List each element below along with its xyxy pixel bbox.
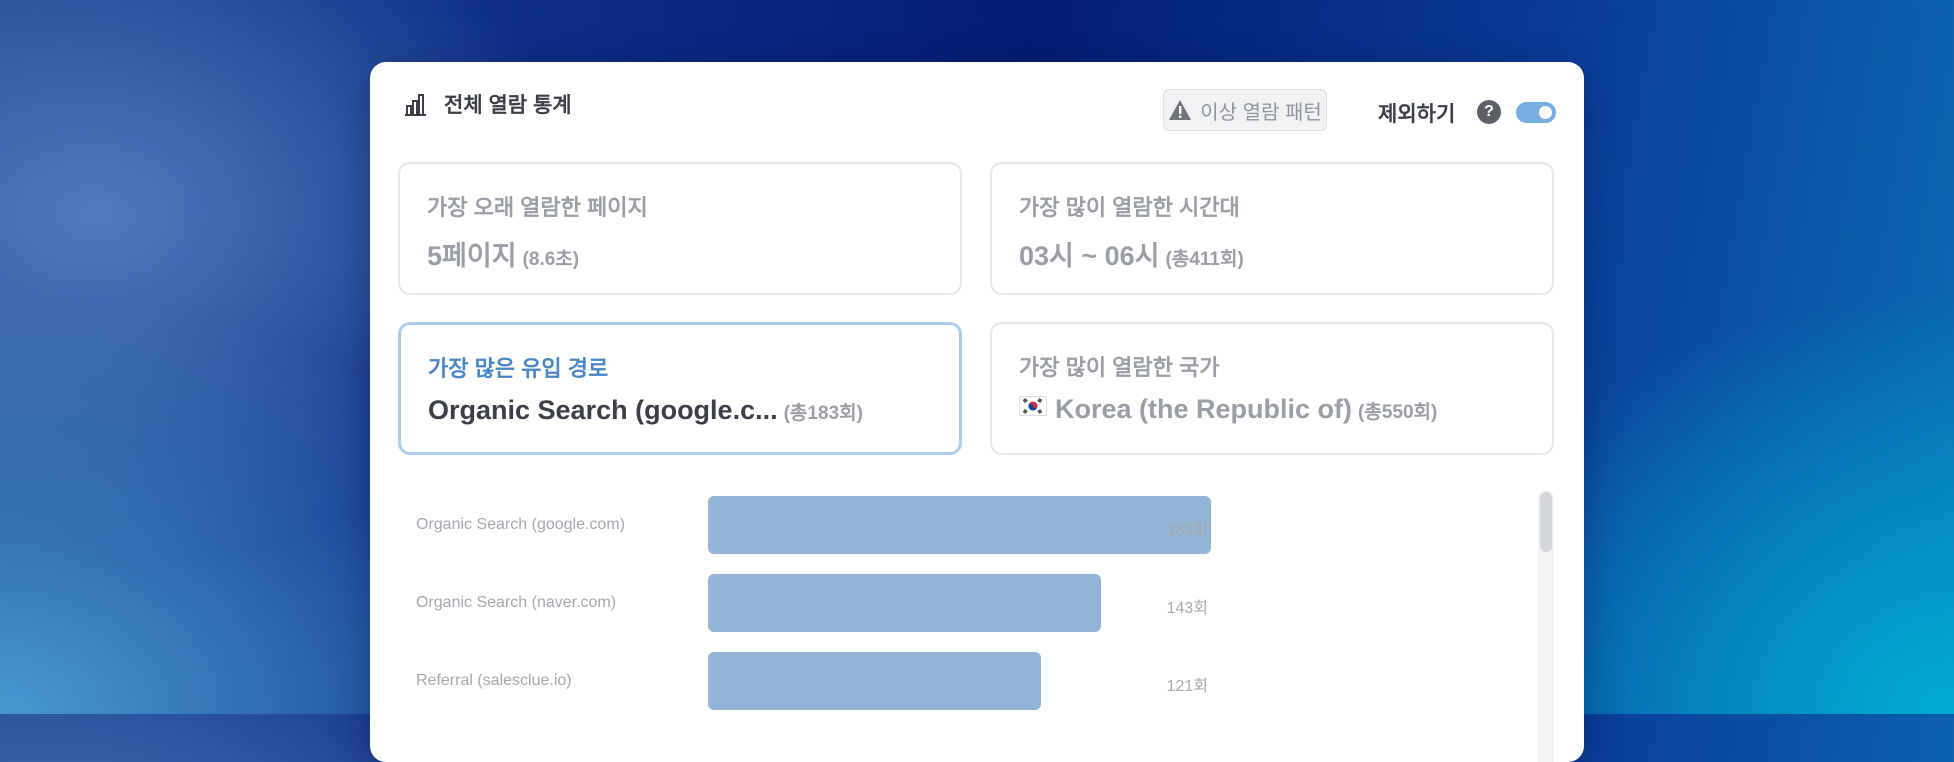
bar[interactable] <box>708 652 1041 710</box>
exclude-toggle[interactable] <box>1516 102 1556 123</box>
korea-flag-icon <box>1019 396 1047 416</box>
bar-label: Organic Search (google.com) <box>416 516 625 533</box>
stats-panel: 전체 열람 통계 이상 열람 패턴 제외하기 ? 가장 오래 열람한 페이지 5… <box>370 62 1584 762</box>
warning-icon <box>1169 100 1192 120</box>
abnormal-pattern-button[interactable]: 이상 열람 패턴 <box>1163 89 1327 131</box>
bar-label: Organic Search (naver.com) <box>416 594 617 611</box>
exclude-label: 제외하기 <box>1378 103 1456 126</box>
card-sub: (총411회) <box>1165 249 1244 270</box>
bar-value-label: 143회 <box>1166 600 1208 617</box>
stat-card-top-country[interactable]: 가장 많이 열람한 국가 Korea (the Republic of) (총55… <box>990 322 1554 455</box>
toggle-knob <box>1539 106 1552 119</box>
card-value-text: Organic Search (google.c... <box>428 395 778 425</box>
help-icon[interactable]: ? <box>1477 100 1501 124</box>
card-label: 가장 많이 열람한 국가 <box>1019 355 1220 380</box>
bar[interactable] <box>708 574 1101 632</box>
stat-card-top-source[interactable]: 가장 많은 유입 경로 Organic Search (google.c...(… <box>398 322 962 455</box>
card-value: Korea (the Republic of) (총550회) <box>1019 394 1437 425</box>
source-bar-chart: Organic Search (google.com) 183회 Organic S… <box>400 492 1550 762</box>
card-value-text: 03시 ~ 06시 <box>1019 241 1160 271</box>
bar-value-label: 121회 <box>1166 678 1208 695</box>
card-sub: (총183회) <box>783 403 863 424</box>
page-title: 전체 열람 통계 <box>444 94 572 117</box>
card-value-text: 5페이지 <box>427 241 517 271</box>
stat-card-longest-page[interactable]: 가장 오래 열람한 페이지 5페이지 (8.6초) <box>398 162 962 295</box>
abnormal-pattern-label: 이상 열람 패턴 <box>1200 101 1322 124</box>
card-sub: (총550회) <box>1358 402 1438 423</box>
card-label: 가장 많이 열람한 시간대 <box>1019 195 1240 220</box>
card-value-text: Korea (the Republic of) <box>1055 394 1353 424</box>
bar-label: Referral (salesclue.io) <box>416 672 572 689</box>
card-value: 5페이지 (8.6초) <box>427 234 579 273</box>
card-value: 03시 ~ 06시 (총411회) <box>1019 234 1244 273</box>
panel-header: 전체 열람 통계 이상 열람 패턴 제외하기 ? <box>370 62 1584 152</box>
card-value: Organic Search (google.c... (총183회) <box>428 395 863 426</box>
bar-chart-icon <box>405 94 426 116</box>
card-sub: (8.6초) <box>522 249 580 270</box>
card-label: 가장 많은 유입 경로 <box>428 356 609 381</box>
card-label: 가장 오래 열람한 페이지 <box>427 195 648 220</box>
bar-value-label: 183회 <box>1166 522 1208 539</box>
stat-card-peak-time[interactable]: 가장 많이 열람한 시간대 03시 ~ 06시 (총411회) <box>990 162 1554 295</box>
